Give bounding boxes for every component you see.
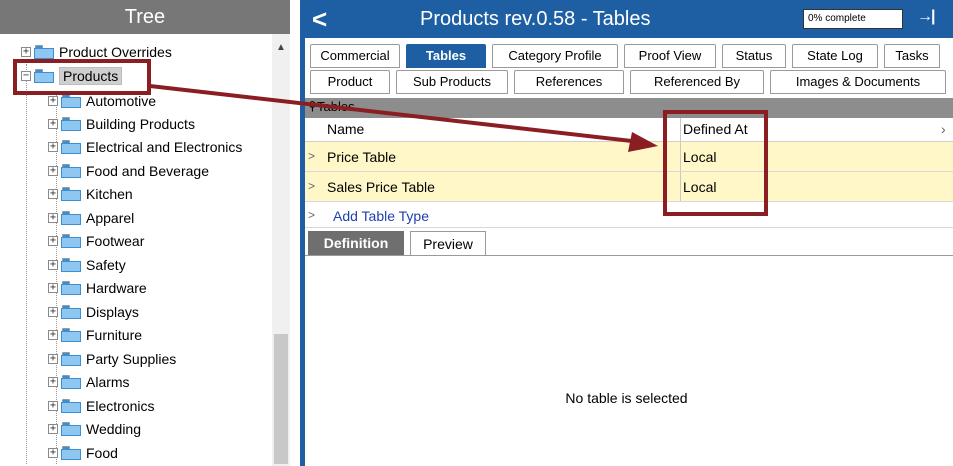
annotation-arrow-line xyxy=(149,84,641,144)
annotation-arrow xyxy=(149,84,658,152)
annotation-arrow-head xyxy=(628,132,658,152)
